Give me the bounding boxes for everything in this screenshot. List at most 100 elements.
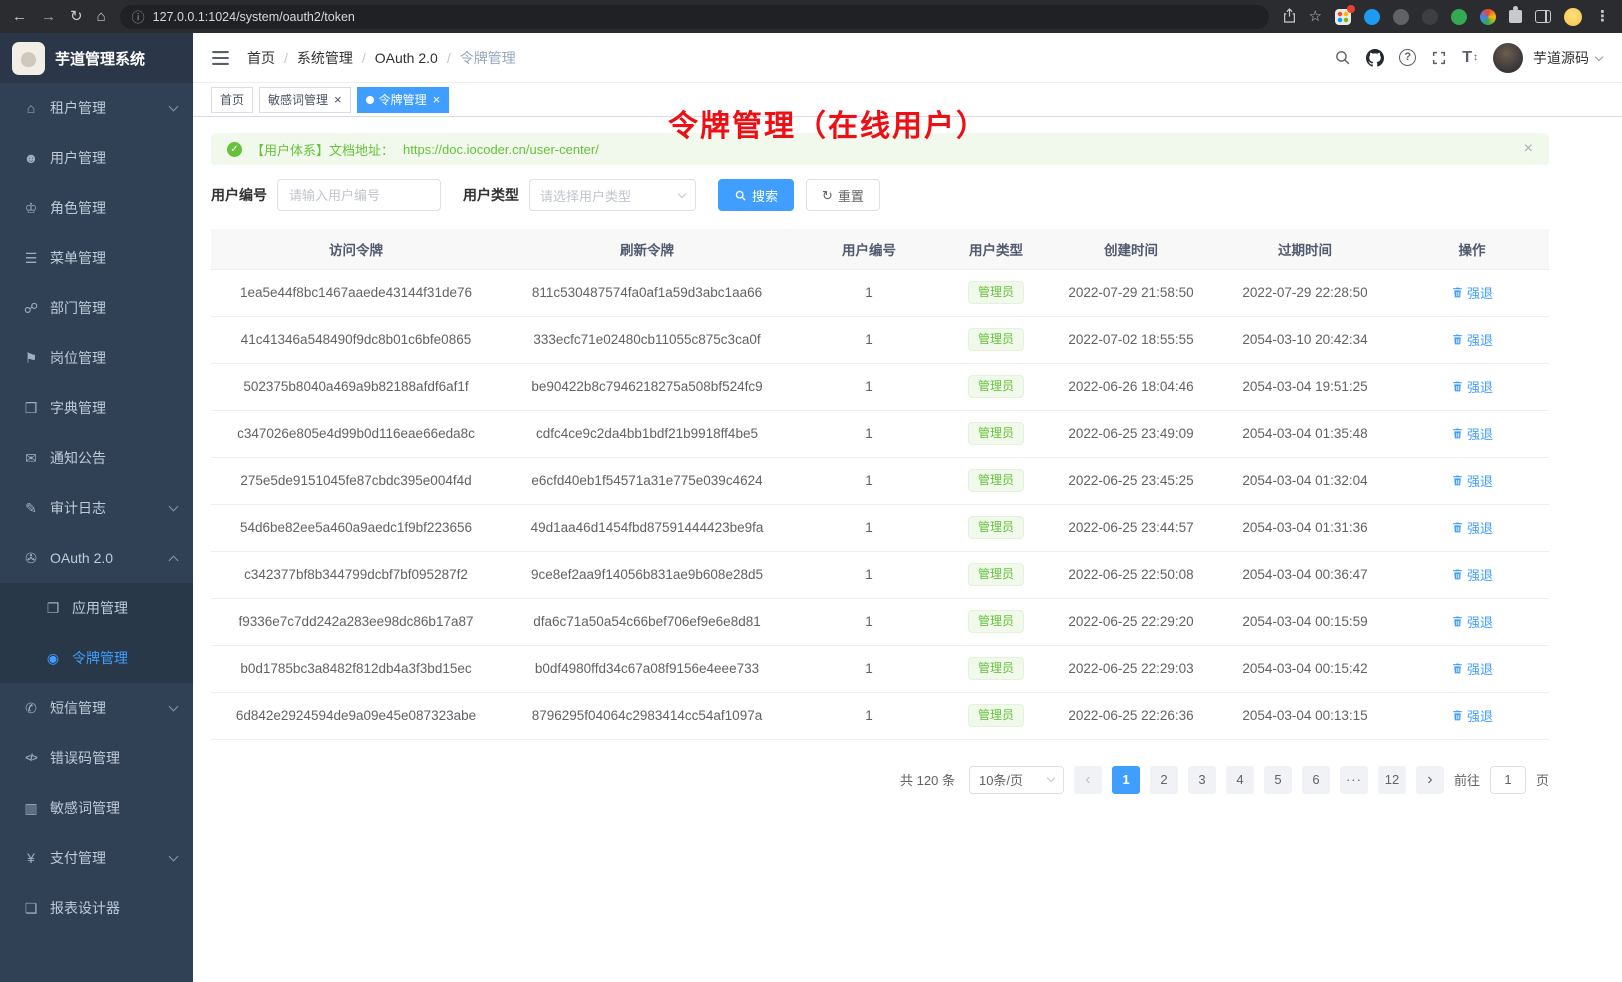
sidebar-item-sms[interactable]: ✆短信管理 bbox=[0, 683, 193, 733]
user-id-cell: 1 bbox=[793, 551, 945, 598]
goto-page-input[interactable] bbox=[1490, 766, 1526, 794]
extension-icon-1[interactable] bbox=[1393, 9, 1409, 25]
tag-label: 令牌管理 bbox=[379, 91, 427, 108]
table-row: 41c41346a548490f9dc8b01c6bfe0865333ecfc7… bbox=[211, 316, 1549, 363]
user-type-select[interactable]: 请选择用户类型 bbox=[529, 179, 696, 211]
pager-page-1[interactable]: 1 bbox=[1112, 766, 1140, 794]
hamburger-icon[interactable] bbox=[208, 47, 233, 69]
sidebar-item-pay[interactable]: ¥支付管理 bbox=[0, 833, 193, 883]
app-root: 芋道管理系统 ⌂租户管理☻用户管理♔角色管理☰菜单管理☍部门管理⚑岗位管理❒字典… bbox=[0, 33, 1622, 982]
force-logout-button[interactable]: 强退 bbox=[1451, 424, 1493, 443]
force-logout-button[interactable]: 强退 bbox=[1451, 612, 1493, 631]
sidebar-item-dict[interactable]: ❒字典管理 bbox=[0, 383, 193, 433]
force-logout-button[interactable]: 强退 bbox=[1451, 706, 1493, 725]
breadcrumb-separator: / bbox=[362, 50, 366, 66]
sidebar-item-role[interactable]: ♔角色管理 bbox=[0, 183, 193, 233]
sidebar-item-sensitive-word[interactable]: ▥敏感词管理 bbox=[0, 783, 193, 833]
sidebar-item-post[interactable]: ⚑岗位管理 bbox=[0, 333, 193, 383]
username[interactable]: 芋道源码 bbox=[1533, 48, 1589, 68]
sidebar-item-oauth2[interactable]: ✇OAuth 2.0 bbox=[0, 533, 193, 583]
help-icon[interactable]: ? bbox=[1399, 49, 1416, 66]
extension-icon-4[interactable] bbox=[1480, 9, 1496, 25]
app-logo[interactable]: 芋道管理系统 bbox=[0, 33, 193, 83]
force-logout-button[interactable]: 强退 bbox=[1451, 518, 1493, 537]
tag-home[interactable]: 首页 bbox=[211, 87, 253, 113]
user-id-input[interactable] bbox=[277, 179, 441, 211]
access-token-cell: 1ea5e44f8bc1467aaede43144f31de76 bbox=[211, 269, 501, 316]
bookmark-star-icon[interactable]: ☆ bbox=[1309, 9, 1322, 24]
breadcrumb-item[interactable]: 系统管理 bbox=[297, 48, 353, 68]
site-info-icon[interactable]: ⓘ bbox=[132, 7, 145, 26]
user-type-badge: 管理员 bbox=[968, 516, 1024, 538]
extension-grid-icon[interactable] bbox=[1335, 9, 1351, 25]
pager-page-12[interactable]: 12 bbox=[1378, 766, 1406, 794]
forward-icon[interactable]: → bbox=[41, 9, 56, 24]
menu-icon: ☰ bbox=[20, 250, 42, 267]
breadcrumb-item[interactable]: 首页 bbox=[247, 48, 275, 68]
address-bar[interactable]: ⓘ 127.0.0.1:1024/system/oauth2/token bbox=[120, 5, 1269, 29]
font-size-icon[interactable]: T↕ bbox=[1462, 50, 1478, 66]
action-cell: 强退 bbox=[1395, 363, 1549, 410]
search-button[interactable]: 搜索 bbox=[718, 179, 794, 211]
sidebar-item-label: 审计日志 bbox=[50, 498, 106, 518]
annotation-text: 令牌管理（在线用户） bbox=[668, 101, 988, 145]
sidebar-item-audit-log[interactable]: ✎审计日志 bbox=[0, 483, 193, 533]
user-avatar[interactable] bbox=[1493, 43, 1523, 73]
page-size-select[interactable]: 10条/页 bbox=[969, 766, 1064, 794]
share-icon[interactable] bbox=[1283, 8, 1296, 26]
refresh-icon[interactable]: ↻ bbox=[70, 9, 83, 24]
side-panel-icon[interactable] bbox=[1535, 10, 1551, 23]
back-icon[interactable]: ← bbox=[12, 9, 27, 24]
extension-icon-2[interactable] bbox=[1422, 9, 1438, 25]
reset-button[interactable]: ↻ 重置 bbox=[806, 179, 880, 211]
pager-ellipsis[interactable]: ··· bbox=[1340, 766, 1368, 794]
sidebar-item-oauth2-application[interactable]: ❐应用管理 bbox=[0, 583, 193, 633]
force-logout-button[interactable]: 强退 bbox=[1451, 565, 1493, 584]
table-row: c347026e805e4d99b0d116eae66eda8ccdfc4ce9… bbox=[211, 410, 1549, 457]
filter-bar: 用户编号 用户类型 请选择用户类型 搜索 ↻ 重置 bbox=[211, 179, 1549, 211]
pager-page-3[interactable]: 3 bbox=[1188, 766, 1216, 794]
create-time-cell: 2022-06-25 22:26:36 bbox=[1047, 692, 1215, 739]
force-logout-button[interactable]: 强退 bbox=[1451, 283, 1493, 302]
user-id-cell: 1 bbox=[793, 645, 945, 692]
browser-menu-icon[interactable]: ⋮ bbox=[1595, 9, 1610, 24]
force-logout-button[interactable]: 强退 bbox=[1451, 659, 1493, 678]
sidebar-item-notice[interactable]: ✉通知公告 bbox=[0, 433, 193, 483]
user-id-cell: 1 bbox=[793, 692, 945, 739]
sidebar-item-report-designer[interactable]: ❏报表设计器 bbox=[0, 883, 193, 933]
pager-page-6[interactable]: 6 bbox=[1302, 766, 1330, 794]
sidebar-item-menu[interactable]: ☰菜单管理 bbox=[0, 233, 193, 283]
twitter-extension-icon[interactable] bbox=[1364, 9, 1380, 25]
tag-close-icon[interactable]: × bbox=[433, 93, 441, 106]
alert-close-icon[interactable]: × bbox=[1524, 141, 1533, 157]
pager-prev-button[interactable]: ‹ bbox=[1074, 766, 1102, 794]
breadcrumb-item[interactable]: OAuth 2.0 bbox=[375, 50, 438, 66]
extensions-puzzle-icon[interactable] bbox=[1509, 10, 1522, 23]
force-logout-button[interactable]: 强退 bbox=[1451, 377, 1493, 396]
tag-sensitive-word[interactable]: 敏感词管理× bbox=[259, 87, 351, 113]
sidebar-item-tenant[interactable]: ⌂租户管理 bbox=[0, 83, 193, 133]
action-cell: 强退 bbox=[1395, 504, 1549, 551]
doc-link[interactable]: https://doc.iocoder.cn/user-center/ bbox=[403, 142, 599, 157]
sidebar-item-user[interactable]: ☻用户管理 bbox=[0, 133, 193, 183]
refresh-token-cell: 9ce8ef2aa9f14056b831ae9b608e28d5 bbox=[501, 551, 793, 598]
extension-icon-3[interactable] bbox=[1451, 9, 1467, 25]
github-icon[interactable] bbox=[1366, 49, 1384, 67]
pager-page-4[interactable]: 4 bbox=[1226, 766, 1254, 794]
sidebar-item-error-code[interactable]: </>错误码管理 bbox=[0, 733, 193, 783]
pager-page-5[interactable]: 5 bbox=[1264, 766, 1292, 794]
pager-page-2[interactable]: 2 bbox=[1150, 766, 1178, 794]
sidebar-item-oauth2-token[interactable]: ◉令牌管理 bbox=[0, 633, 193, 683]
force-logout-button[interactable]: 强退 bbox=[1451, 471, 1493, 490]
post-icon: ⚑ bbox=[20, 350, 42, 367]
search-icon[interactable] bbox=[1334, 49, 1351, 66]
fullscreen-icon[interactable] bbox=[1431, 50, 1447, 66]
force-logout-button[interactable]: 强退 bbox=[1451, 330, 1493, 349]
table-row: 54d6be82ee5a460a9aedc1f9bf22365649d1aa46… bbox=[211, 504, 1549, 551]
sidebar-item-dept[interactable]: ☍部门管理 bbox=[0, 283, 193, 333]
pager-next-button[interactable]: › bbox=[1416, 766, 1444, 794]
browser-profile-avatar[interactable] bbox=[1564, 8, 1582, 26]
tag-close-icon[interactable]: × bbox=[334, 93, 342, 106]
tag-oauth2-token[interactable]: 令牌管理 × bbox=[357, 87, 450, 113]
home-icon[interactable]: ⌂ bbox=[97, 9, 106, 24]
